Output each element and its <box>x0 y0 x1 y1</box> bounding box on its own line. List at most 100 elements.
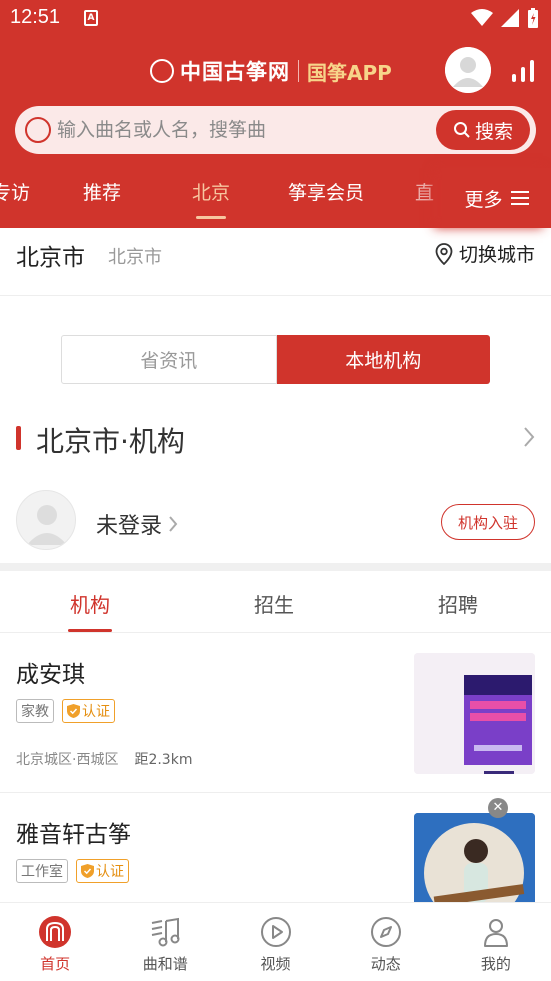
tab-enrollment[interactable]: 招生 <box>254 589 294 618</box>
tab-label: 机构 <box>70 593 110 617</box>
certified-tag: 认证 <box>62 699 115 723</box>
city-name: 北京市 <box>16 245 85 271</box>
listing-tags: 工作室 认证 <box>16 859 129 883</box>
nav-label: 视频 <box>260 955 291 973</box>
certified-label: 认证 <box>96 864 124 880</box>
segment-province-news[interactable]: 省资讯 <box>61 335 277 384</box>
poster-image <box>414 653 535 774</box>
default-avatar-icon <box>27 505 67 545</box>
nav-label: 首页 <box>40 955 71 973</box>
cell-signal-icon <box>501 9 519 27</box>
segment-local-institutions[interactable]: 本地机构 <box>276 335 490 384</box>
tab-live[interactable]: 直 <box>415 178 434 205</box>
shield-check-icon <box>67 704 80 718</box>
search-logo-icon <box>25 117 51 143</box>
city-row: 北京市 北京市 切换城市 <box>0 228 551 296</box>
tab-label: 筝享会员 <box>288 182 365 204</box>
home-logo-icon <box>39 916 72 948</box>
nav-feed[interactable]: 动态 <box>331 903 441 981</box>
user-avatar[interactable] <box>16 490 76 550</box>
tab-beijing[interactable]: 北京 <box>192 178 231 219</box>
tab-label: 专访 <box>0 182 31 204</box>
status-time: 12:51 <box>10 6 61 28</box>
battery-icon <box>528 8 538 28</box>
brand: 中国古筝网 国筝APP <box>150 56 392 86</box>
tab-label: 招生 <box>254 593 294 617</box>
section-divider <box>0 563 551 571</box>
more-label: 更多 <box>464 188 503 211</box>
tab-interview[interactable]: 专访 <box>0 178 30 205</box>
search-bar: 搜索 <box>15 106 536 154</box>
compass-icon <box>370 917 401 947</box>
default-avatar-icon <box>445 47 491 93</box>
active-tab-indicator <box>196 216 227 219</box>
tab-label: 北京 <box>192 182 231 204</box>
more-tabs-button[interactable]: 更多 <box>442 168 551 228</box>
chevron-right-icon <box>169 516 178 532</box>
music-score-icon <box>152 917 180 947</box>
bottom-nav: 首页 曲和谱 视频 动态 我的 <box>0 902 551 981</box>
app-name: 国筝APP <box>307 60 392 85</box>
nav-scores[interactable]: 曲和谱 <box>110 903 220 981</box>
listing-item[interactable]: 成安琪 家教 认证 北京城区·西城区 距2.3km <box>0 633 551 793</box>
city-subname: 北京市 <box>108 247 162 268</box>
tab-label: 直 <box>415 182 435 204</box>
search-button-label: 搜索 <box>474 120 513 143</box>
brand-divider <box>298 60 299 82</box>
info-segment-control: 省资讯 本地机构 <box>61 335 490 384</box>
listing-distance: 距2.3km <box>134 752 193 768</box>
type-tag: 工作室 <box>16 859 68 883</box>
listing-tabs: 机构 招生 招聘 <box>0 571 551 633</box>
section-title: 北京市·机构 <box>36 425 185 458</box>
search-input[interactable] <box>57 114 437 146</box>
listing-title: 成安琪 <box>16 662 85 688</box>
institution-join-button[interactable]: 机构入驻 <box>441 504 535 540</box>
nav-label: 我的 <box>480 955 511 973</box>
search-icon <box>453 122 470 138</box>
location-pin-icon <box>435 242 453 265</box>
play-icon <box>260 917 291 947</box>
nav-video[interactable]: 视频 <box>220 903 330 981</box>
app-header: 中国古筝网 国筝APP 搜索 专访 推荐 北京 筝享会员 直 更多 <box>0 38 551 228</box>
section-header[interactable]: 北京市·机构 <box>0 410 551 466</box>
nav-home[interactable]: 首页 <box>0 903 110 981</box>
active-tab-indicator <box>68 629 112 632</box>
user-login-row: 未登录 机构入驻 <box>0 490 551 554</box>
listing-tags: 家教 认证 <box>16 699 115 723</box>
shield-check-icon <box>81 864 94 878</box>
ranking-bars-icon[interactable] <box>512 60 536 82</box>
nav-mine[interactable]: 我的 <box>441 903 551 981</box>
listing-location: 北京城区·西城区 距2.3km <box>16 749 192 769</box>
tab-institutions[interactable]: 机构 <box>68 589 112 632</box>
certified-tag: 认证 <box>76 859 129 883</box>
listing-title: 雅音轩古筝 <box>16 822 131 848</box>
system-icons <box>471 8 539 28</box>
switch-city-button[interactable]: 切换城市 <box>435 240 535 267</box>
certified-label: 认证 <box>82 704 110 720</box>
status-bar: 12:51 A <box>0 0 551 38</box>
search-button[interactable]: 搜索 <box>436 110 530 150</box>
tab-recruitment[interactable]: 招聘 <box>438 589 478 618</box>
category-tabs: 专访 推荐 北京 筝享会员 直 更多 <box>0 168 551 228</box>
header-avatar[interactable] <box>445 47 491 93</box>
chevron-right-icon <box>524 427 535 447</box>
nav-label: 曲和谱 <box>142 955 188 973</box>
close-icon[interactable]: ✕ <box>488 798 508 818</box>
person-icon <box>483 919 508 947</box>
section-accent-bar <box>16 426 21 450</box>
listing-area: 北京城区·西城区 <box>16 752 119 768</box>
user-name: 未登录 <box>96 514 163 539</box>
menu-icon <box>510 191 529 205</box>
wifi-icon <box>471 9 493 26</box>
login-link[interactable]: 未登录 <box>96 508 178 540</box>
app-notification-icon: A <box>84 10 98 26</box>
brand-logo-icon <box>150 59 174 83</box>
tab-label: 招聘 <box>438 593 478 617</box>
switch-city-label: 切换城市 <box>458 244 535 266</box>
nav-label: 动态 <box>370 955 401 973</box>
listing-thumbnail <box>414 653 535 774</box>
tab-membership[interactable]: 筝享会员 <box>288 178 364 205</box>
type-tag: 家教 <box>16 699 54 723</box>
tab-recommend[interactable]: 推荐 <box>83 178 121 205</box>
brand-name: 中国古筝网 <box>180 60 290 84</box>
